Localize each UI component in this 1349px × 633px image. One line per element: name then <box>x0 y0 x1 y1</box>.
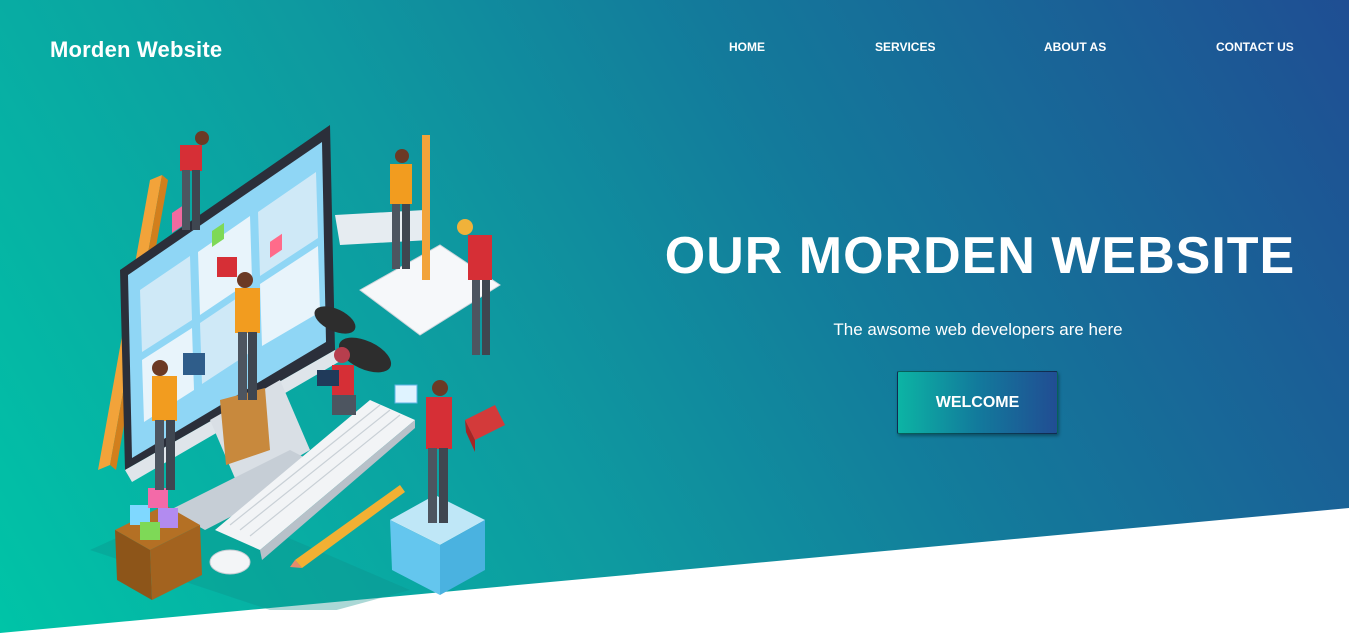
welcome-button[interactable]: WELCOME <box>897 371 1058 434</box>
developers-illustration <box>90 125 505 610</box>
nav-services-link[interactable]: SERVICES <box>875 40 935 54</box>
hero-subtitle: The awsome web developers are here <box>833 320 1123 339</box>
nav-contact-link[interactable]: CONTACT US <box>1216 40 1294 54</box>
hero-title: OUR MORDEN WEBSITE <box>664 227 1296 285</box>
nav-about-link[interactable]: ABOUT AS <box>1044 40 1106 54</box>
nav-home-link[interactable]: HOME <box>729 40 765 54</box>
main-nav: HOME SERVICES ABOUT AS CONTACT US <box>0 40 1349 56</box>
